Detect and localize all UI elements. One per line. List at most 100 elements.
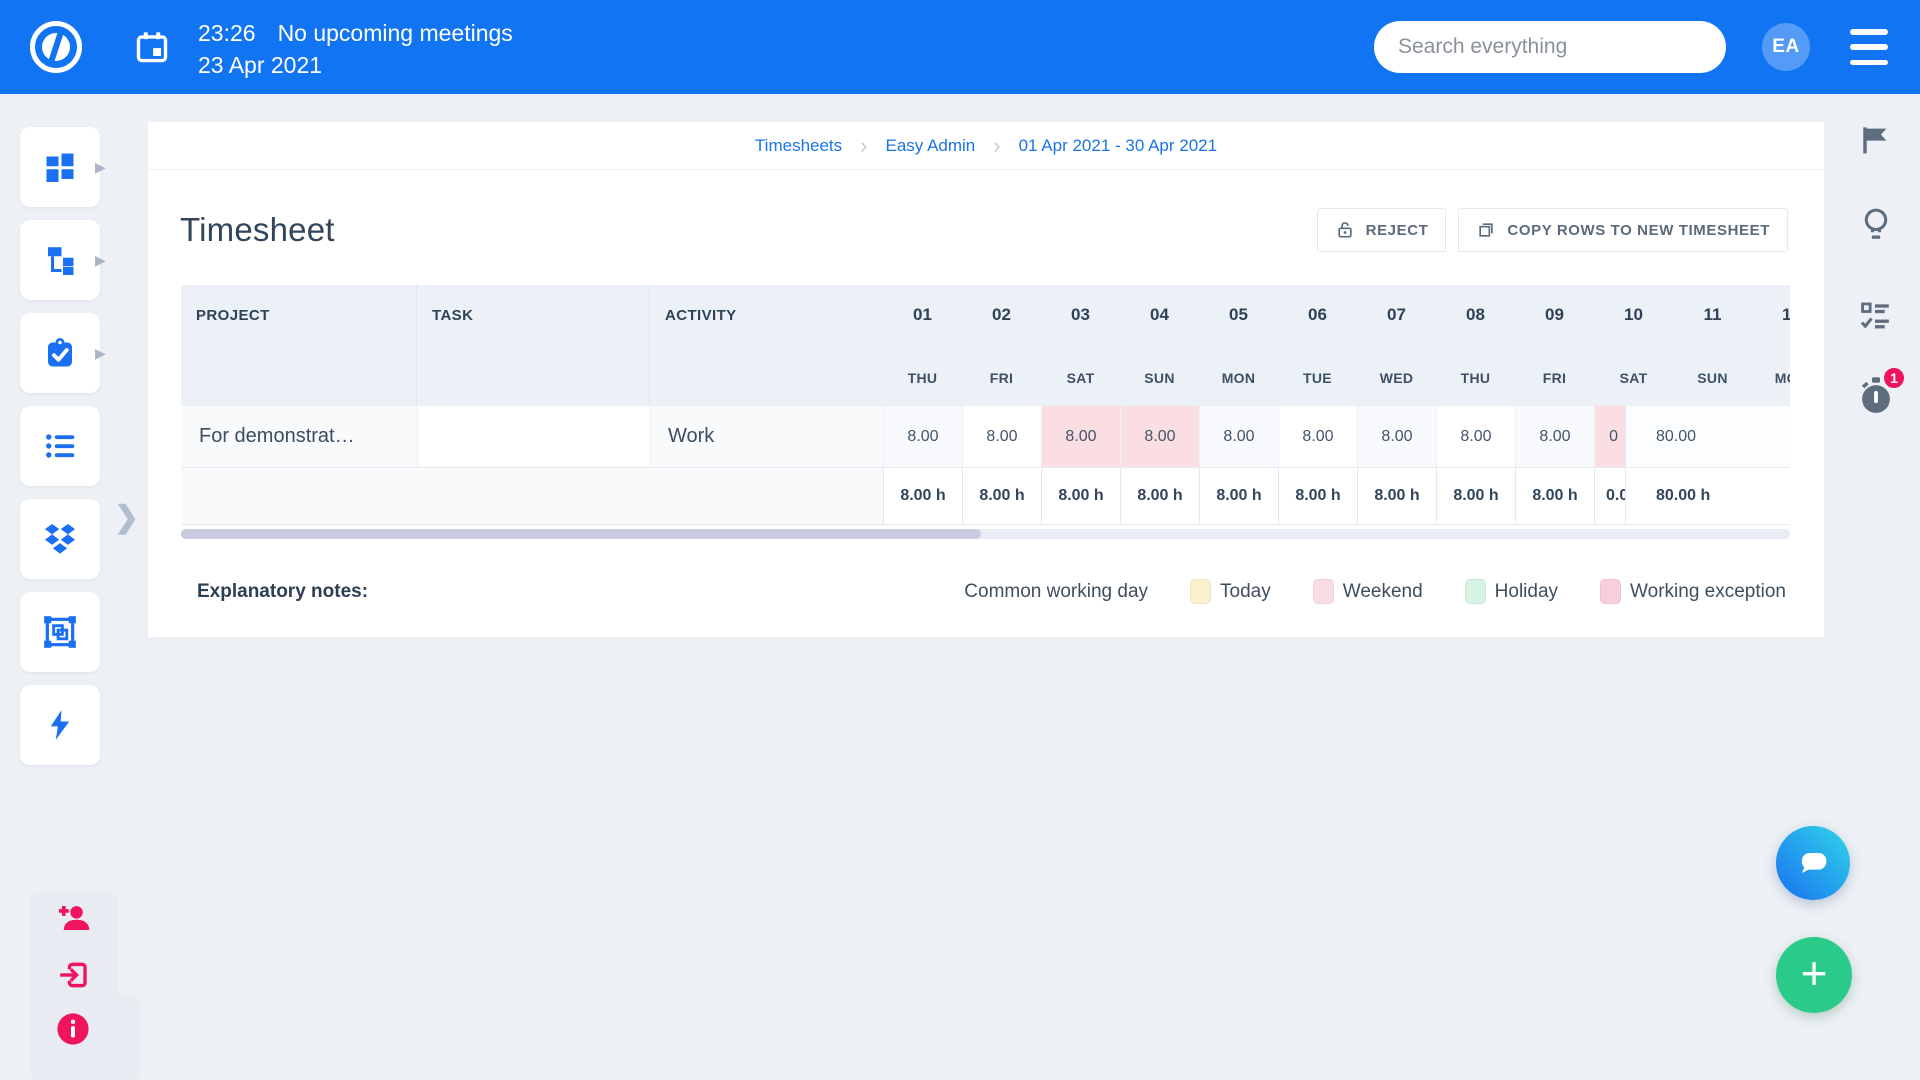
add-user-button[interactable] xyxy=(56,901,90,935)
day-header: 01 THU xyxy=(883,285,962,405)
app-logo-icon[interactable] xyxy=(30,21,82,73)
sidebar-item-tasks[interactable] xyxy=(20,313,100,393)
day-name: TUE xyxy=(1303,370,1332,386)
day-number: 05 xyxy=(1229,305,1248,324)
day-name: MON xyxy=(1774,370,1790,386)
search-box[interactable] xyxy=(1374,21,1726,73)
day-name: FRI xyxy=(1542,370,1567,386)
legend-item-working-exception: Working exception xyxy=(1600,579,1786,604)
dropbox-icon xyxy=(44,523,76,554)
timesheet-cell[interactable]: 8.00 xyxy=(1515,406,1594,467)
hamburger-menu-button[interactable] xyxy=(1850,29,1890,65)
row-task[interactable] xyxy=(417,406,650,467)
day-total-clipped: 0.0 xyxy=(1594,468,1625,524)
add-fab-button[interactable]: + xyxy=(1776,937,1852,1013)
day-number: 02 xyxy=(992,305,1011,324)
timesheet-cell[interactable]: 8.00 xyxy=(1199,406,1278,467)
day-total: 8.00 h xyxy=(1357,468,1436,524)
breadcrumb-user[interactable]: Easy Admin xyxy=(885,136,975,156)
idea-button[interactable] xyxy=(1859,206,1893,247)
day-name: THU xyxy=(907,370,938,386)
day-header: 08 THU xyxy=(1436,285,1515,405)
weekend-swatch xyxy=(1312,579,1334,604)
day-header: 09 FRI xyxy=(1515,285,1594,405)
calendar-icon[interactable] xyxy=(134,29,170,70)
reject-button[interactable]: REJECT xyxy=(1316,208,1447,252)
horizontal-scrollbar[interactable] xyxy=(181,529,1790,539)
timesheet-table: PROJECT TASK ACTIVITY 01 THU 02 FRI 03 SAT … xyxy=(181,285,1790,525)
search-input[interactable] xyxy=(1398,35,1702,59)
sidebar-item-quick-actions[interactable] xyxy=(20,685,100,765)
day-header: 04 SUN xyxy=(1120,285,1199,405)
row-project[interactable]: For demonstrat… xyxy=(181,406,417,467)
day-total: 8.00 h xyxy=(1041,468,1120,524)
sidebar-item-frames[interactable] xyxy=(20,592,100,672)
sidebar-item-dropbox[interactable] xyxy=(20,499,100,579)
day-name: FRI xyxy=(989,370,1014,386)
topbar-meeting-block: 23:26 No upcoming meetings 23 Apr 2021 xyxy=(198,18,513,80)
timesheet-cell[interactable]: 8.00 xyxy=(1120,406,1199,467)
timesheet-cell[interactable]: 8.00 xyxy=(1041,406,1120,467)
sidebar-item-projects-tree[interactable] xyxy=(20,220,100,300)
grand-total: 80.00 h xyxy=(1625,468,1790,524)
dashboard-icon xyxy=(46,153,74,182)
chevron-right-icon[interactable]: ▶ xyxy=(95,160,107,174)
timesheet-row: For demonstrat… Work 8.00 8.00 8.00 8.00… xyxy=(181,405,1790,467)
breadcrumb-separator-icon: › xyxy=(860,133,868,158)
chevron-right-icon[interactable]: ▶ xyxy=(95,346,107,360)
flag-button[interactable] xyxy=(1859,124,1891,161)
avatar[interactable]: EA xyxy=(1762,23,1810,71)
timesheet-cell[interactable]: 8.00 xyxy=(1357,406,1436,467)
plus-icon: + xyxy=(1800,946,1828,999)
sidebar-item-dashboard[interactable] xyxy=(20,127,100,207)
legend: Common working day Today Weekend Holiday… xyxy=(964,579,1786,604)
today-swatch xyxy=(1190,579,1212,604)
day-total: 8.00 h xyxy=(1278,468,1357,524)
legend-item-weekend: Weekend xyxy=(1312,579,1423,604)
legend-item-today: Today xyxy=(1190,579,1271,604)
totals-row-lead xyxy=(181,468,883,524)
breadcrumb-period[interactable]: 01 Apr 2021 - 30 Apr 2021 xyxy=(1019,136,1218,156)
lightning-icon xyxy=(50,710,70,740)
working-exception-swatch xyxy=(1600,579,1622,604)
notes-label: Explanatory notes: xyxy=(197,580,369,602)
chevron-right-icon[interactable]: ▶ xyxy=(95,253,107,267)
day-number: 12 xyxy=(1782,305,1790,324)
page-actions: REJECT COPY ROWS TO NEW TIMESHEET xyxy=(1316,208,1788,252)
checklist-button[interactable] xyxy=(1857,298,1893,337)
sign-in-icon xyxy=(60,962,87,988)
day-header: 03 SAT xyxy=(1041,285,1120,405)
timesheet-cell-clipped[interactable]: 0 xyxy=(1594,406,1625,467)
row-activity[interactable]: Work xyxy=(650,406,883,467)
hamburger-bar xyxy=(1850,29,1888,35)
day-header: 05 MON xyxy=(1199,285,1278,405)
page-title: Timesheet xyxy=(180,211,335,248)
expand-sidebar-chevron-icon[interactable]: ❯ xyxy=(114,500,139,535)
day-total: 8.00 h xyxy=(1515,468,1594,524)
legend-common-working-day: Common working day xyxy=(964,580,1149,602)
breadcrumb: Timesheets › Easy Admin › 01 Apr 2021 - … xyxy=(148,122,1824,170)
day-total: 8.00 h xyxy=(962,468,1041,524)
row-total: 80.00 xyxy=(1625,406,1790,467)
frame-icon xyxy=(44,616,76,648)
timesheet-cell[interactable]: 8.00 xyxy=(962,406,1041,467)
day-name: SUN xyxy=(1144,370,1175,386)
day-number: 07 xyxy=(1387,305,1406,324)
scrollbar-thumb[interactable] xyxy=(181,529,981,539)
breadcrumb-separator-icon: › xyxy=(993,133,1001,158)
chat-fab-button[interactable] xyxy=(1776,826,1850,900)
timesheet-cell[interactable]: 8.00 xyxy=(883,406,962,467)
sign-in-button[interactable] xyxy=(56,958,90,992)
checklist-icon xyxy=(1860,302,1889,329)
timesheet-cell[interactable]: 8.00 xyxy=(1278,406,1357,467)
legend-label: Working exception xyxy=(1630,580,1786,602)
timer-badge: 1 xyxy=(1882,366,1906,390)
timesheet-cell[interactable]: 8.00 xyxy=(1436,406,1515,467)
legend-item-holiday: Holiday xyxy=(1464,579,1558,604)
sidebar-item-list[interactable] xyxy=(20,406,100,486)
info-button[interactable] xyxy=(56,1012,90,1046)
copy-icon xyxy=(1479,223,1494,237)
copy-rows-button[interactable]: COPY ROWS TO NEW TIMESHEET xyxy=(1458,208,1788,252)
list-icon xyxy=(46,434,75,458)
breadcrumb-timesheets[interactable]: Timesheets xyxy=(755,136,842,156)
